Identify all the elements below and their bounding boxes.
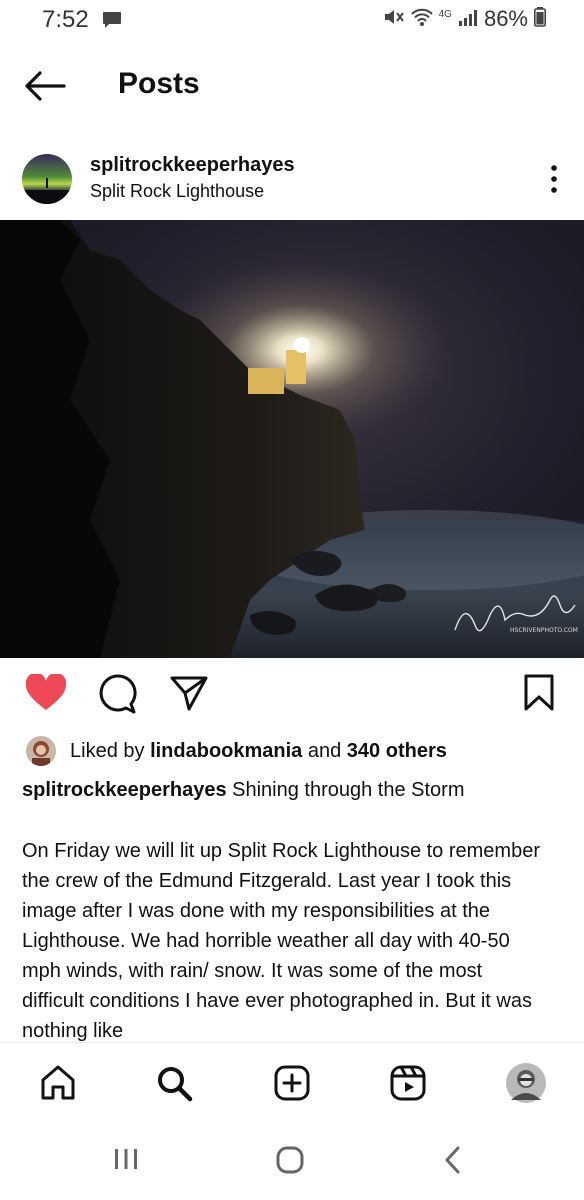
app-header: Posts <box>0 55 584 115</box>
post-actions <box>0 672 584 720</box>
liked-by-middle: and <box>302 739 347 762</box>
bottom-nav <box>0 1042 584 1122</box>
battery-icon <box>534 6 546 32</box>
caption-username[interactable]: splitrockkeeperhayes <box>22 779 227 801</box>
caption-text: Shining through the Storm <box>226 779 465 801</box>
liker-avatar <box>26 736 56 766</box>
post-photo[interactable]: HSCRIVENPHOTO.COM <box>0 220 584 658</box>
status-indicators: 4G 86% <box>383 6 546 32</box>
system-nav-bar <box>0 1122 584 1200</box>
search-icon[interactable] <box>152 1061 196 1105</box>
network-type: 4G <box>438 8 452 20</box>
liked-by-row[interactable]: Liked by lindabookmania and 340 others <box>26 736 447 766</box>
status-bar: 7:52 4G 86% <box>0 0 584 42</box>
liked-by-user[interactable]: lindabookmania <box>150 740 302 762</box>
post-username[interactable]: splitrockkeeperhayes <box>90 154 295 177</box>
liked-by-count[interactable]: 340 others <box>347 740 447 762</box>
message-icon <box>102 11 122 34</box>
send-icon[interactable] <box>170 674 208 717</box>
back-arrow-icon[interactable] <box>22 69 68 103</box>
battery-percent: 86% <box>483 6 528 31</box>
profile-avatar[interactable] <box>504 1061 548 1105</box>
more-vertical-icon[interactable] <box>548 163 560 195</box>
post-body-text: On Friday we will lit up Split Rock Ligh… <box>22 840 540 1042</box>
wifi-icon <box>410 7 433 32</box>
post-author-avatar[interactable] <box>22 154 72 204</box>
post-caption: splitrockkeeperhayes Shining through the… <box>22 776 562 804</box>
photo-watermark: HSCRIVENPHOTO.COM <box>510 627 578 634</box>
home-circle-icon[interactable] <box>276 1146 304 1179</box>
recents-icon[interactable] <box>113 1146 139 1177</box>
status-time: 7:52 <box>42 6 89 33</box>
post-location[interactable]: Split Rock Lighthouse <box>90 181 264 202</box>
create-icon[interactable] <box>270 1061 314 1105</box>
back-chevron-icon[interactable] <box>443 1146 461 1179</box>
liked-by-prefix: Liked by <box>70 739 151 762</box>
post-header: splitrockkeeperhayes Split Rock Lighthou… <box>0 145 584 215</box>
signal-icon <box>458 8 478 31</box>
comment-icon[interactable] <box>99 674 137 719</box>
reels-icon[interactable] <box>386 1061 430 1105</box>
mute-icon <box>383 7 405 32</box>
heart-filled-icon[interactable] <box>25 672 67 717</box>
home-icon[interactable] <box>36 1061 80 1105</box>
liked-by-text: Liked by lindabookmania and 340 others <box>70 740 447 763</box>
page-title: Posts <box>118 67 200 100</box>
bookmark-icon[interactable] <box>524 674 554 717</box>
